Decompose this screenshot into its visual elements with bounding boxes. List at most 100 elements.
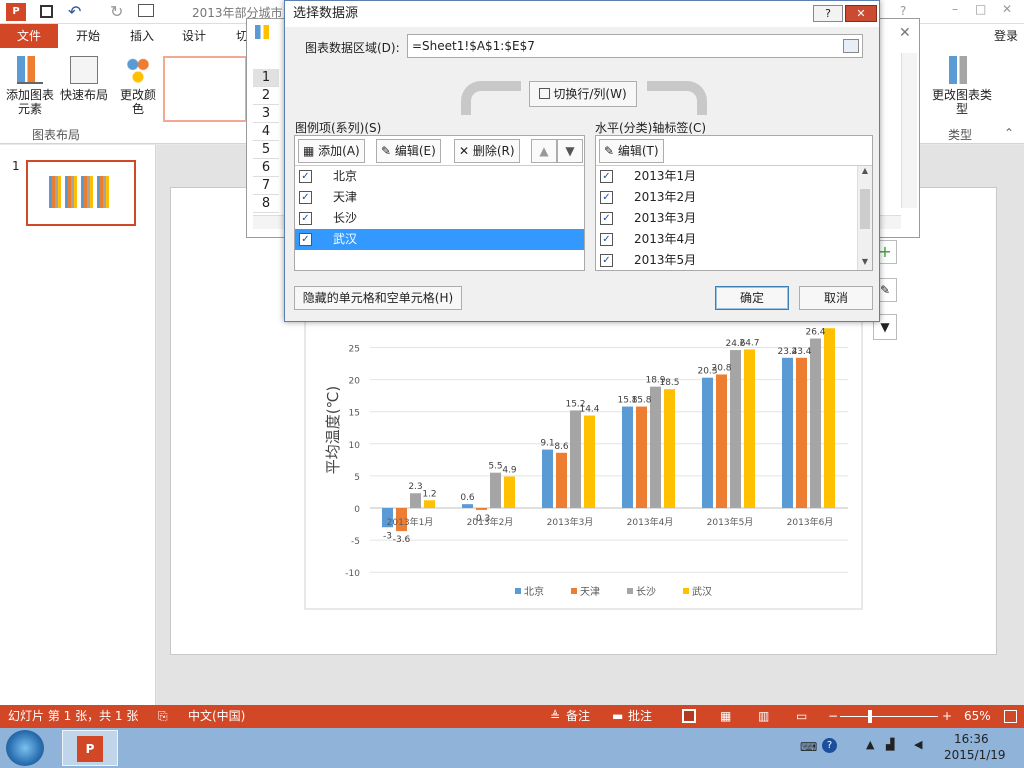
dialog-help-button[interactable]: ? bbox=[813, 5, 843, 22]
save-icon[interactable] bbox=[40, 5, 53, 18]
category-item[interactable]: ✓ 2013年1月 bbox=[596, 166, 856, 187]
data-range-input[interactable]: =Sheet1!$A$1:$E$7 bbox=[407, 34, 863, 58]
zoom-out-icon[interactable]: − bbox=[828, 705, 838, 728]
ok-button[interactable]: 确定 bbox=[715, 286, 789, 310]
bar-天津[interactable] bbox=[716, 374, 727, 508]
bar-武汉[interactable] bbox=[744, 349, 755, 508]
tray-expand-icon[interactable]: ▲ bbox=[866, 738, 874, 751]
chart-style-thumbnail[interactable] bbox=[163, 56, 247, 122]
add-chart-element-button[interactable]: 添加图表元素 bbox=[4, 56, 56, 116]
bar-北京[interactable] bbox=[782, 357, 793, 508]
category-checkbox[interactable]: ✓ bbox=[600, 212, 613, 225]
normal-view-icon[interactable] bbox=[682, 709, 696, 723]
sheet-close-icon[interactable]: ✕ bbox=[899, 25, 911, 41]
bar-长沙[interactable] bbox=[810, 338, 821, 508]
range-picker-icon[interactable] bbox=[843, 39, 859, 53]
bar-武汉[interactable] bbox=[504, 476, 515, 508]
comments-button[interactable]: 批注 bbox=[628, 705, 652, 728]
bar-天津[interactable] bbox=[636, 406, 647, 508]
bar-长沙[interactable] bbox=[730, 350, 741, 508]
series-item[interactable]: ✓ 北京 bbox=[295, 166, 584, 187]
slideshow-icon[interactable]: ▭ bbox=[796, 705, 807, 728]
sheet-row-header[interactable]: 3 bbox=[253, 105, 279, 123]
keyboard-icon[interactable]: ⌨ bbox=[800, 740, 817, 754]
category-item[interactable]: ✓ 2013年2月 bbox=[596, 187, 856, 208]
sheet-row-header[interactable]: 8 bbox=[253, 195, 279, 213]
bar-武汉[interactable] bbox=[664, 389, 675, 508]
change-chart-type-button[interactable]: 更改图表类型 bbox=[932, 56, 992, 116]
series-item[interactable]: ✓ 长沙 bbox=[295, 208, 584, 229]
category-checkbox[interactable]: ✓ bbox=[600, 254, 613, 267]
tab-file[interactable]: 文件 bbox=[0, 24, 58, 48]
login-link[interactable]: 登录 bbox=[990, 24, 1022, 48]
change-color-button[interactable]: 更改颜色 bbox=[118, 56, 158, 116]
bar-长沙[interactable] bbox=[570, 410, 581, 508]
bar-武汉[interactable] bbox=[584, 415, 595, 508]
edit-axis-labels-button[interactable]: ✎ 编辑(T) bbox=[599, 139, 664, 163]
legend-entry[interactable]: 长沙 bbox=[636, 586, 656, 598]
taskbar-powerpoint-button[interactable]: P bbox=[62, 730, 118, 766]
volume-icon[interactable]: ◀ bbox=[914, 738, 922, 751]
legend-entry[interactable]: 武汉 bbox=[692, 585, 712, 598]
bar-长沙[interactable] bbox=[410, 493, 421, 508]
tab-design[interactable]: 设计 bbox=[172, 24, 216, 48]
move-down-button[interactable]: ▼ bbox=[557, 139, 583, 163]
bar-天津[interactable] bbox=[476, 508, 487, 510]
zoom-slider[interactable] bbox=[840, 716, 938, 717]
bar-北京[interactable] bbox=[462, 504, 473, 508]
zoom-in-icon[interactable]: + bbox=[942, 705, 952, 728]
undo-icon[interactable]: ↶ bbox=[68, 2, 81, 21]
series-checkbox[interactable]: ✓ bbox=[299, 212, 312, 225]
bar-天津[interactable] bbox=[556, 452, 567, 508]
bar-天津[interactable] bbox=[796, 357, 807, 508]
legend-entry[interactable]: 北京 bbox=[524, 585, 544, 598]
delete-series-button[interactable]: ✕ 删除(R) bbox=[454, 139, 520, 163]
category-item[interactable]: ✓ 2013年3月 bbox=[596, 208, 856, 229]
bar-北京[interactable] bbox=[542, 449, 553, 508]
scroll-thumb[interactable] bbox=[860, 189, 870, 229]
series-checkbox[interactable]: ✓ bbox=[299, 233, 312, 246]
notes-button[interactable]: 备注 bbox=[566, 705, 590, 728]
category-item[interactable]: ✓ 2013年4月 bbox=[596, 229, 856, 250]
fit-slide-icon[interactable] bbox=[1004, 710, 1017, 723]
scroll-up-icon[interactable]: ▲ bbox=[858, 166, 872, 175]
series-item[interactable]: ✓ 天津 bbox=[295, 187, 584, 208]
sheet-row-header[interactable]: 5 bbox=[253, 141, 279, 159]
tab-insert[interactable]: 插入 bbox=[120, 24, 164, 48]
zoom-slider-thumb[interactable] bbox=[868, 710, 872, 723]
slide-thumbnail[interactable] bbox=[26, 160, 136, 226]
sheet-row-header[interactable]: 6 bbox=[253, 159, 279, 177]
edit-series-button[interactable]: ✎ 编辑(E) bbox=[376, 139, 441, 163]
series-checkbox[interactable]: ✓ bbox=[299, 170, 312, 183]
zoom-level[interactable]: 65% bbox=[964, 705, 991, 728]
maximize-icon[interactable]: □ bbox=[975, 2, 986, 16]
dialog-close-button[interactable]: ✕ bbox=[845, 5, 877, 22]
clock-time[interactable]: 16:36 bbox=[954, 732, 989, 746]
close-icon[interactable]: ✕ bbox=[1002, 2, 1012, 16]
help-icon[interactable]: ? bbox=[900, 4, 906, 18]
minimize-icon[interactable]: – bbox=[952, 2, 958, 16]
bar-长沙[interactable] bbox=[650, 386, 661, 508]
bar-武汉[interactable] bbox=[824, 328, 835, 508]
category-scrollbar[interactable]: ▲ ▼ bbox=[857, 166, 872, 270]
slide-sorter-icon[interactable]: ▦ bbox=[720, 705, 731, 728]
tab-home[interactable]: 开始 bbox=[66, 24, 110, 48]
clock-date[interactable]: 2015/1/19 bbox=[944, 748, 1006, 762]
series-item[interactable]: ✓ 武汉 bbox=[295, 229, 584, 250]
category-item[interactable]: ✓ 2013年5月 bbox=[596, 250, 856, 271]
category-checkbox[interactable]: ✓ bbox=[600, 233, 613, 246]
switch-row-column-button[interactable]: 切换行/列(W) bbox=[529, 81, 637, 107]
sheet-vertical-scrollbar[interactable] bbox=[901, 53, 917, 208]
add-series-button[interactable]: ▦ 添加(A) bbox=[298, 139, 365, 163]
ime-help-icon[interactable]: ? bbox=[822, 738, 837, 753]
move-up-button[interactable]: ▲ bbox=[531, 139, 557, 163]
sheet-row-header[interactable]: 2 bbox=[253, 87, 279, 105]
bar-北京[interactable] bbox=[622, 406, 633, 508]
reading-view-icon[interactable]: ▥ bbox=[758, 705, 769, 728]
category-checkbox[interactable]: ✓ bbox=[600, 170, 613, 183]
start-presentation-icon[interactable] bbox=[138, 4, 154, 17]
language-indicator[interactable]: 中文(中国) bbox=[188, 705, 245, 728]
sheet-row-header[interactable]: 7 bbox=[253, 177, 279, 195]
sheet-row-header[interactable]: 1 bbox=[253, 69, 279, 87]
cancel-button[interactable]: 取消 bbox=[799, 286, 873, 310]
